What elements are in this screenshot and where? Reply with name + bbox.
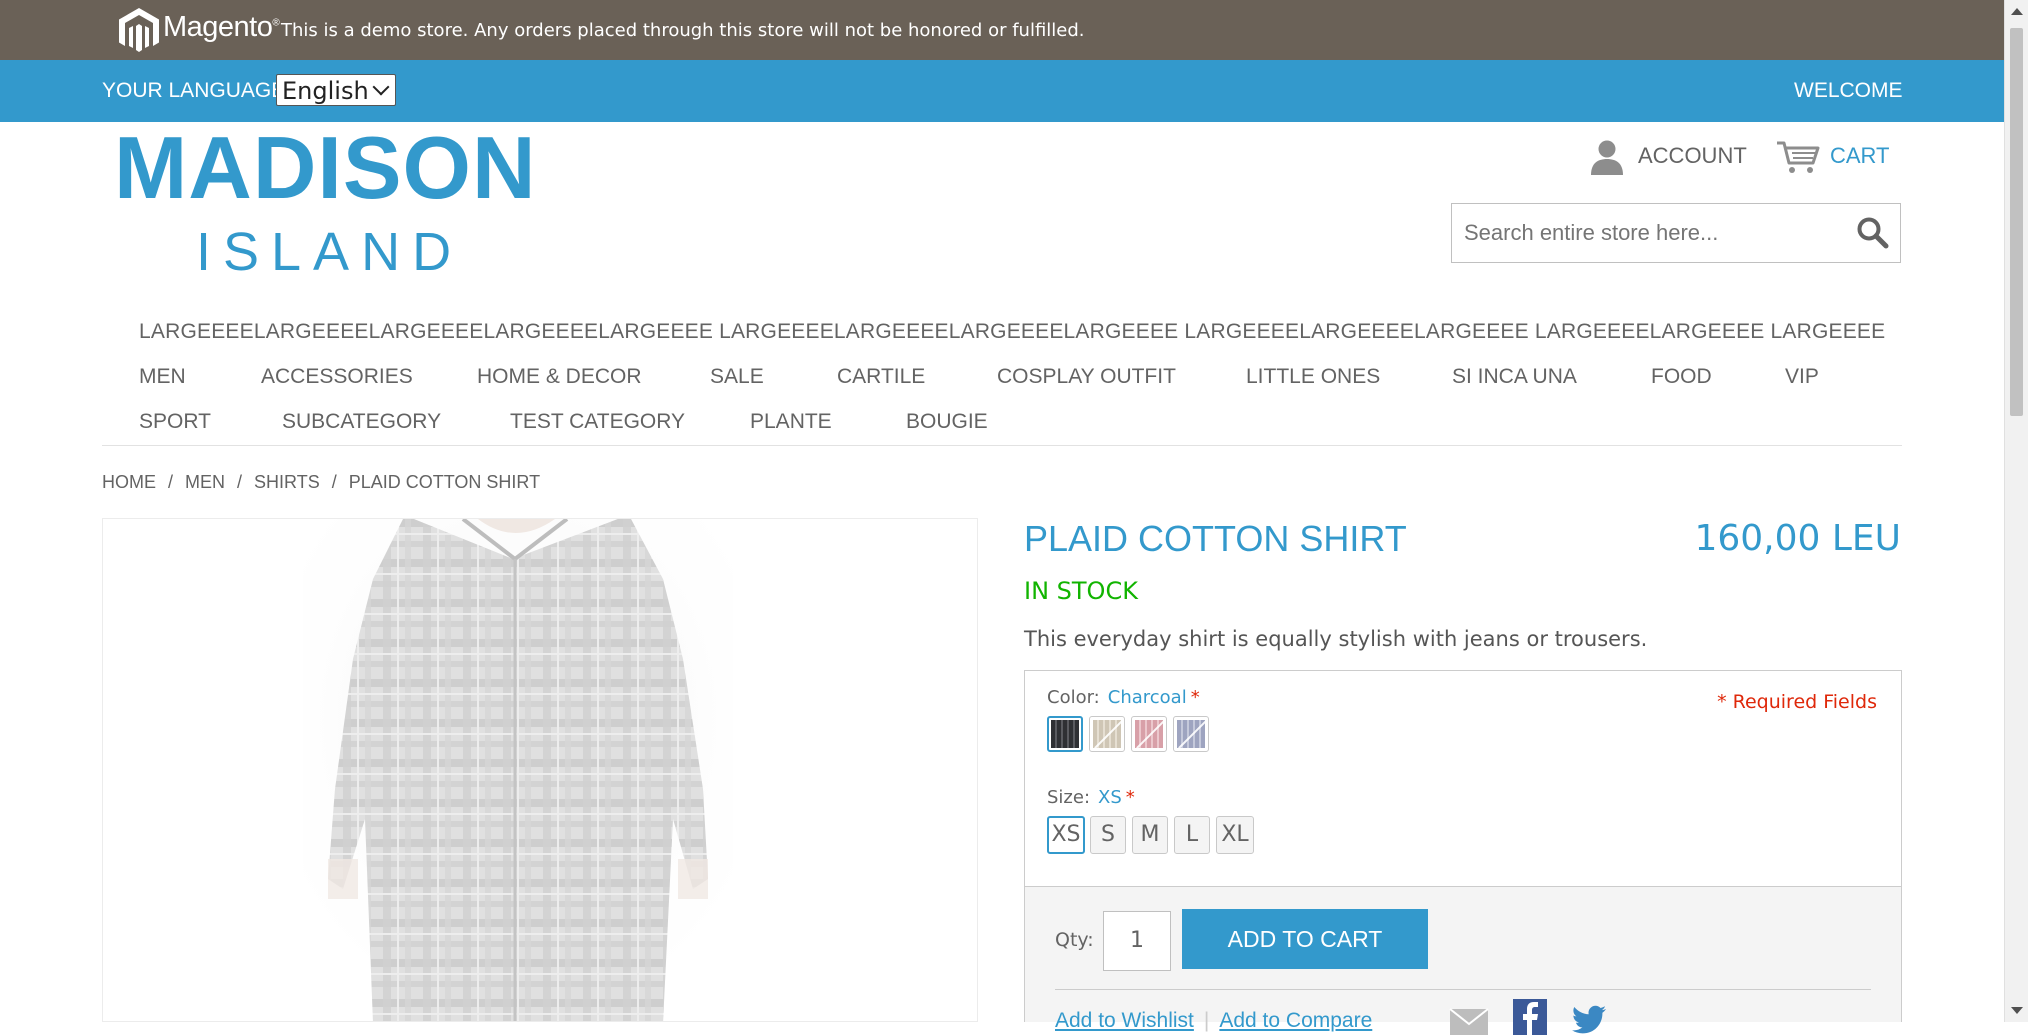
- search-box: [1451, 203, 1901, 263]
- color-swatch-red[interactable]: [1131, 716, 1167, 752]
- swatch-fill: [1093, 720, 1121, 748]
- facebook-icon[interactable]: [1513, 999, 1547, 1035]
- magento-wordmark: Magento®: [163, 11, 280, 43]
- nav-item-plante[interactable]: PLANTE: [750, 410, 832, 434]
- color-option-label: Color: Charcoal *: [1047, 687, 1200, 708]
- color-label: Color:: [1047, 687, 1100, 708]
- chevron-down-icon: [372, 78, 390, 96]
- page-scrollbar[interactable]: [2004, 0, 2028, 1022]
- required-star: *: [1125, 787, 1135, 808]
- stock-status: IN STOCK: [1024, 577, 1138, 605]
- color-selected-value: Charcoal: [1107, 687, 1187, 708]
- swatch-fill: [1135, 720, 1163, 748]
- color-swatch-charcoal[interactable]: [1047, 716, 1083, 752]
- breadcrumb-current: PLAID COTTON SHIRT: [348, 472, 541, 492]
- nav-item-si-inca-una[interactable]: SI INCA UNA: [1452, 365, 1577, 389]
- nav-item-large[interactable]: LARGEEEELARGEEEELARGEEEELARGEEEELARGEEEE…: [139, 320, 1885, 344]
- size-option-l[interactable]: L: [1174, 816, 1210, 854]
- unavailable-mark: [1094, 720, 1121, 748]
- product-short-description: This everyday shirt is equally stylish w…: [1024, 627, 1648, 651]
- language-selected-value: English: [282, 77, 369, 105]
- language-label: YOUR LANGUAGE:: [102, 79, 292, 102]
- breadcrumb-separator: /: [168, 472, 174, 492]
- nav-item-sport[interactable]: SPORT: [139, 410, 211, 434]
- add-to-wishlist-link[interactable]: Add to Wishlist: [1055, 1009, 1194, 1032]
- welcome-message: WELCOME: [1794, 79, 1903, 102]
- add-to-cart-button[interactable]: ADD TO CART: [1182, 909, 1428, 969]
- breadcrumb: HOME / MEN / SHIRTS / PLAID COTTON SHIRT: [102, 472, 540, 493]
- nav-item-sale[interactable]: SALE: [710, 365, 764, 389]
- user-icon: [1591, 140, 1623, 175]
- scrollbar-thumb[interactable]: [2010, 28, 2023, 416]
- product-price: 160,00 LEU: [1694, 518, 1901, 559]
- required-fields-note: * Required Fields: [1717, 691, 1877, 713]
- logo-line-2: ISLAND: [196, 222, 464, 282]
- nav-item-accessories[interactable]: ACCESSORIES: [261, 365, 413, 389]
- nav-item-cartile[interactable]: CARTILE: [837, 365, 925, 389]
- nav-item-bougie[interactable]: BOUGIE: [906, 410, 988, 434]
- required-star: *: [1190, 687, 1200, 708]
- color-swatch-khaki[interactable]: [1089, 716, 1125, 752]
- swatch-fill: [1051, 720, 1079, 748]
- magento-logo-icon: [119, 8, 159, 52]
- swatch-fill: [1177, 720, 1205, 748]
- product-name: PLAID COTTON SHIRT: [1024, 518, 1407, 559]
- nav-item-home-decor[interactable]: HOME & DECOR: [477, 365, 642, 389]
- color-swatch-blue[interactable]: [1173, 716, 1209, 752]
- unavailable-mark: [1136, 720, 1163, 748]
- size-option-m[interactable]: M: [1132, 816, 1168, 854]
- qty-input[interactable]: 1: [1103, 911, 1171, 971]
- size-option-label: Size: XS *: [1047, 787, 1135, 808]
- nav-item-men[interactable]: MEN: [139, 365, 186, 389]
- qty-label: Qty:: [1055, 929, 1094, 951]
- unavailable-mark: [1178, 720, 1205, 748]
- product-image[interactable]: [102, 518, 978, 1022]
- size-selected-value: XS: [1098, 787, 1122, 808]
- scroll-down-arrow-icon[interactable]: [2011, 1007, 2023, 1014]
- demo-notice-text: This is a demo store. Any orders placed …: [281, 20, 1085, 41]
- account-label: ACCOUNT: [1638, 143, 1747, 168]
- size-option-xs[interactable]: XS: [1047, 816, 1085, 854]
- nav-item-subcategory[interactable]: SUBCATEGORY: [282, 410, 441, 434]
- product-options: Color: Charcoal * * Required Fields Size: X…: [1024, 670, 1902, 888]
- logo-line-1: MADISON: [114, 118, 537, 217]
- size-option-xl[interactable]: XL: [1216, 816, 1254, 854]
- size-option-s[interactable]: S: [1090, 816, 1126, 854]
- nav-item-cosplay-outfit[interactable]: COSPLAY OUTFIT: [997, 365, 1176, 389]
- search-icon[interactable]: [1856, 216, 1890, 250]
- nav-item-vip[interactable]: VIP: [1785, 365, 1819, 389]
- breadcrumb-men[interactable]: MEN: [185, 472, 225, 492]
- shopping-cart-icon: [1777, 141, 1820, 173]
- nav-divider: [102, 445, 1902, 446]
- add-to-compare-link[interactable]: Add to Compare: [1219, 1009, 1372, 1032]
- cart-label: CART: [1830, 143, 1890, 168]
- twitter-icon[interactable]: [1571, 1005, 1607, 1035]
- language-select[interactable]: English: [276, 74, 396, 106]
- add-to-cart-box: Qty: 1 ADD TO CART Add to Wishlist | Add t…: [1024, 886, 1902, 1035]
- product-photo: [103, 519, 977, 1021]
- nav-item-food[interactable]: FOOD: [1651, 365, 1712, 389]
- breadcrumb-separator: /: [331, 472, 337, 492]
- breadcrumb-shirts[interactable]: SHIRTS: [254, 472, 320, 492]
- demo-notice-bar: Magento® This is a demo store. Any order…: [0, 0, 2004, 60]
- breadcrumb-home[interactable]: HOME: [102, 472, 156, 492]
- breadcrumb-separator: /: [237, 472, 243, 492]
- add-to-links-divider: [1055, 989, 1871, 990]
- add-to-links: Add to Wishlist | Add to Compare: [1055, 1009, 1373, 1032]
- email-icon[interactable]: [1449, 1005, 1489, 1035]
- search-input[interactable]: [1464, 220, 1834, 246]
- nav-item-little-ones[interactable]: LITTLE ONES: [1246, 365, 1380, 389]
- nav-item-test-category[interactable]: TEST CATEGORY: [510, 410, 685, 434]
- scroll-up-arrow-icon[interactable]: [2011, 8, 2023, 15]
- size-label: Size:: [1047, 787, 1091, 808]
- language-bar: YOUR LANGUAGE: English WELCOME: [0, 60, 2004, 122]
